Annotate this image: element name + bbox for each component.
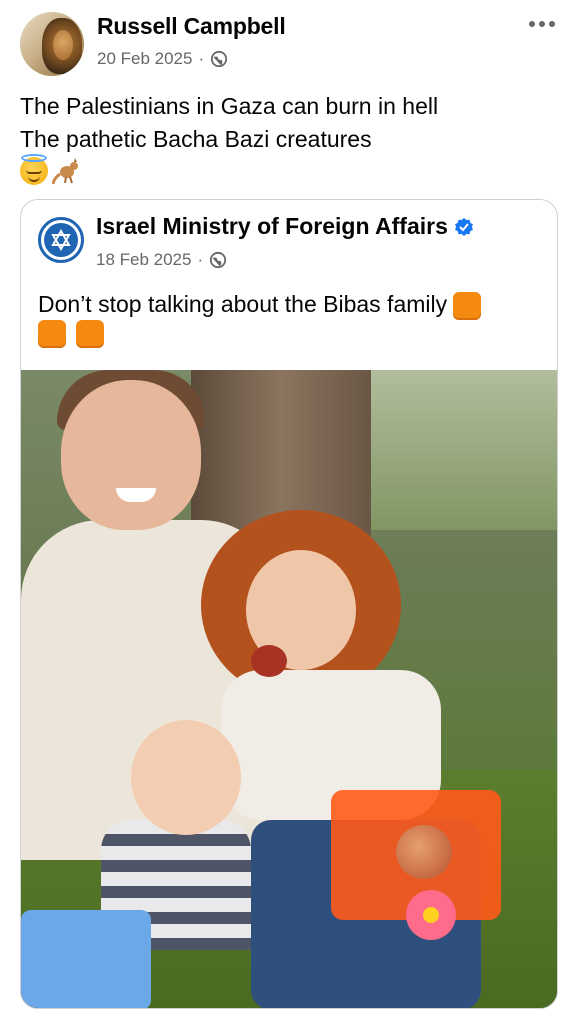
shared-photo[interactable]: [21, 370, 557, 1008]
shared-page-name[interactable]: Israel Ministry of Foreign Affairs: [96, 213, 448, 240]
verified-badge-icon: [454, 217, 473, 236]
shared-page-avatar[interactable]: [38, 217, 84, 263]
post-emojis: [20, 154, 82, 186]
star-of-david-icon: [51, 228, 71, 252]
shared-post-meta: 18 Feb 2025 ·: [96, 250, 227, 270]
kangaroo-icon: [52, 158, 78, 185]
globe-icon: [211, 50, 228, 68]
shared-page-name-row: Israel Ministry of Foreign Affairs: [96, 213, 474, 240]
globe-icon: [210, 251, 227, 269]
post-text-line-1: The Palestinians in Gaza can burn in hel…: [20, 93, 439, 119]
post-meta: 20 Feb 2025 ·: [97, 49, 228, 69]
orange-square-icon: [38, 320, 66, 348]
post-header: Russell Campbell 20 Feb 2025 ·: [0, 0, 578, 90]
post-date[interactable]: 20 Feb 2025: [97, 49, 192, 69]
author-avatar[interactable]: [20, 12, 84, 76]
shared-meta-separator: ·: [197, 250, 204, 269]
author-name[interactable]: Russell Campbell: [97, 13, 286, 40]
shared-post-text: Don’t stop talking about the Bibas famil…: [38, 288, 538, 321]
shared-post-text-body: Don’t stop talking about the Bibas famil…: [38, 291, 448, 317]
smiling-face-with-halo-icon: [20, 154, 48, 185]
shared-post-card[interactable]: Israel Ministry of Foreign Affairs 18 Fe…: [20, 199, 558, 1009]
orange-squares-row: [38, 320, 104, 348]
shared-post-date[interactable]: 18 Feb 2025: [96, 250, 191, 270]
post-text-line-2: The pathetic Bacha Bazi creatures: [20, 126, 372, 152]
meta-separator: ·: [198, 49, 205, 68]
more-dots-icon: [529, 21, 535, 27]
post-text: The Palestinians in Gaza can burn in hel…: [20, 90, 560, 156]
orange-square-icon: [76, 320, 104, 348]
orange-square-icon: [453, 291, 482, 320]
more-options-button[interactable]: [524, 14, 560, 34]
